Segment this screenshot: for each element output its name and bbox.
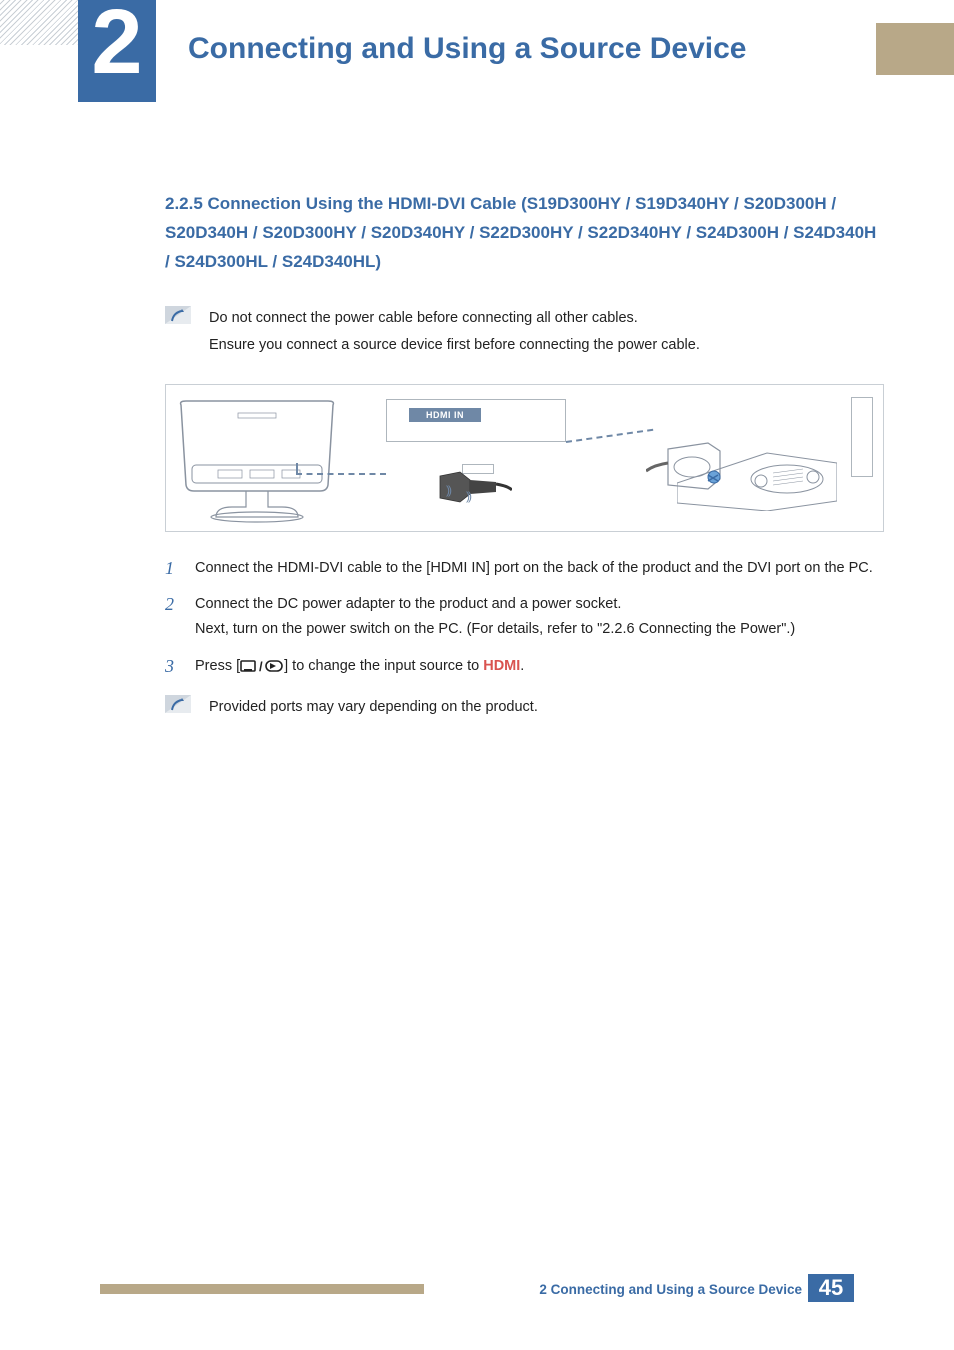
note-block-2: Provided ports may vary depending on the… — [165, 694, 884, 722]
page-content: 2.2.5 Connection Using the HDMI-DVI Cabl… — [165, 102, 884, 722]
page-footer: 2 Connecting and Using a Source Device 4… — [0, 1268, 954, 1350]
note-block-1: Do not connect the power cable before co… — [165, 305, 884, 360]
chapter-header: Connecting and Using a Source Device 2 — [0, 0, 954, 102]
monitor-illustration — [176, 397, 338, 525]
step-text: Press [/] to change the input source to … — [195, 654, 884, 679]
step-prefix: Press [ — [195, 658, 240, 674]
dashed-line — [296, 463, 298, 475]
cable-break-mark: )) — [466, 489, 470, 503]
note-line: Ensure you connect a source device first… — [209, 332, 884, 360]
title-white-bg: Connecting and Using a Source Device — [156, 23, 876, 75]
pc-side-panel — [851, 397, 873, 477]
note-icon — [165, 306, 191, 324]
note-icon — [165, 695, 191, 713]
step-line: Connect the DC power adapter to the prod… — [195, 592, 884, 617]
hdmi-keyword: HDMI — [483, 658, 520, 674]
dvi-connector-illustration — [646, 441, 730, 495]
section-heading: 2.2.5 Connection Using the HDMI-DVI Cabl… — [165, 190, 884, 277]
svg-text:/: / — [259, 659, 263, 673]
footer-chapter-label: 2 Connecting and Using a Source Device — [539, 1284, 802, 1294]
step-number: 1 — [165, 556, 179, 581]
chapter-title: Connecting and Using a Source Device — [188, 32, 746, 66]
step-3: 3 Press [ / ] to change the input source t… — [165, 654, 884, 679]
note-line: Do not connect the power cable before co… — [209, 305, 884, 333]
cable-break-mark: )) — [446, 483, 450, 497]
step-text: Connect the HDMI-DVI cable to the [HDMI … — [195, 556, 884, 581]
step-mid: ] to change the input source to — [284, 658, 483, 674]
steps-list: 1 Connect the HDMI-DVI cable to the [HDM… — [165, 556, 884, 679]
step-2: 2 Connect the DC power adapter to the pr… — [165, 592, 884, 641]
note-text-2: Provided ports may vary depending on the… — [209, 694, 884, 722]
step-line: Next, turn on the power switch on the PC… — [195, 617, 884, 642]
chapter-number: 2 — [91, 0, 142, 86]
source-button-icon: / — [240, 658, 284, 674]
hatch-decoration — [0, 0, 90, 45]
dashed-line — [296, 473, 386, 475]
step-number: 2 — [165, 592, 179, 641]
step-number: 3 — [165, 654, 179, 679]
hdmi-in-label: HDMI IN — [409, 408, 481, 422]
step-1: 1 Connect the HDMI-DVI cable to the [HDM… — [165, 556, 884, 581]
chapter-number-box: 2 — [78, 0, 156, 102]
page-number: 45 — [808, 1274, 854, 1302]
step-period: . — [520, 658, 524, 674]
dashed-line — [566, 429, 653, 443]
step-text: Connect the DC power adapter to the prod… — [195, 592, 884, 641]
note-text-1: Do not connect the power cable before co… — [209, 305, 884, 360]
connection-diagram: HDMI IN )) )) — [165, 384, 884, 532]
